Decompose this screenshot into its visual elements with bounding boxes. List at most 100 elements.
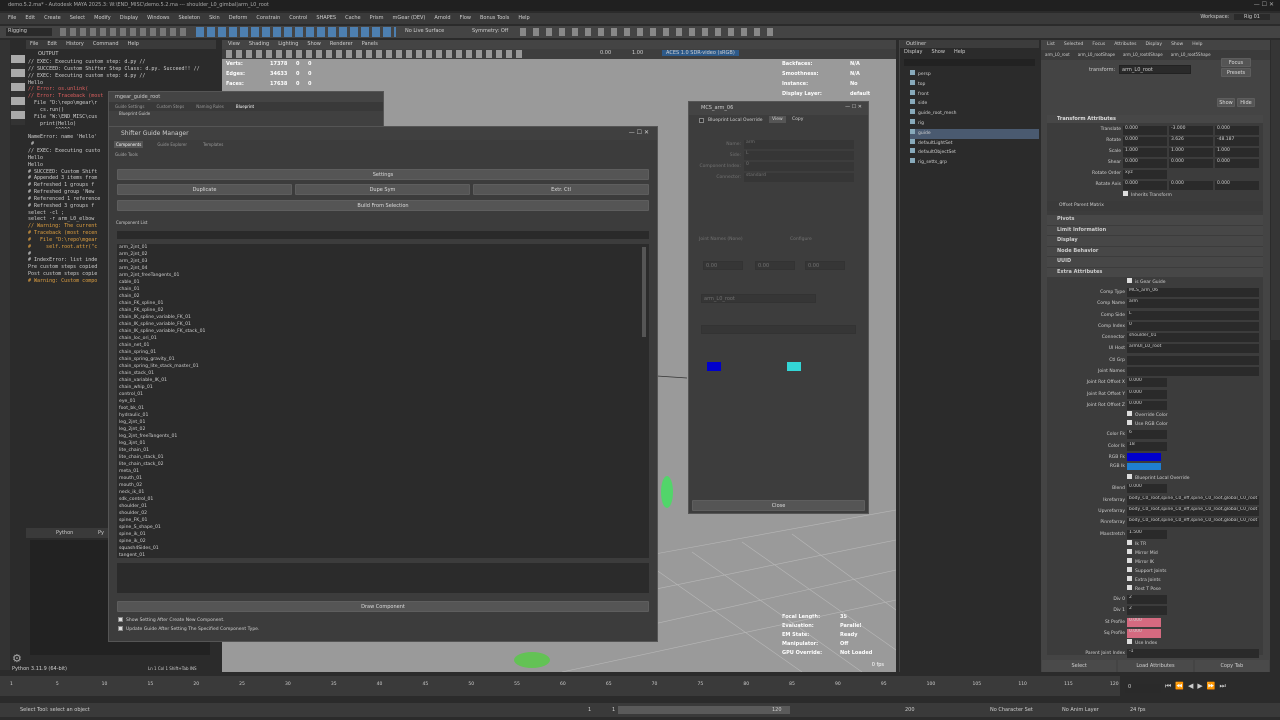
menu-item-cache[interactable]: Cache [345, 15, 361, 21]
attr-field[interactable]: 0.000 [1127, 389, 1167, 399]
list-item[interactable]: shoulder_01 [119, 503, 649, 510]
vec-z[interactable]: 0.00 [805, 261, 845, 270]
menu-item-skeleton[interactable]: Skeleton [178, 15, 200, 21]
list-item[interactable]: arm_2jnt_02 [119, 251, 649, 258]
attr-field[interactable]: body_C0_root,spine_C0_eff,spine_C0_root,… [1127, 518, 1259, 528]
menu-item-help[interactable]: Help [954, 49, 965, 55]
fps-selector[interactable]: 24 fps [1130, 707, 1146, 713]
menu-item-display[interactable]: Display [904, 49, 922, 55]
rgb-ik-swatch[interactable] [787, 362, 801, 371]
outliner-tree[interactable]: persp top front side guide_root_mesh rig guide… [900, 70, 1039, 168]
footer-copy-tab-button[interactable]: Copy Tab [1194, 660, 1269, 672]
attr-field[interactable]: 0.000 [1123, 181, 1167, 190]
list-item[interactable]: cable_01 [119, 279, 649, 286]
shifter-window-controls[interactable]: — ☐ ✕ [629, 129, 649, 136]
list-item[interactable]: leg_2jnt_02 [119, 426, 649, 433]
menu-item-help[interactable]: Help [518, 15, 529, 21]
menu-item-prism[interactable]: Prism [370, 15, 384, 21]
tab-node-2[interactable]: arm_L0_root4Shape [1123, 52, 1163, 57]
list-item[interactable]: arm_2jnt_04 [119, 265, 649, 272]
list-item[interactable]: leg_3jnt_01 [119, 440, 649, 447]
list-item[interactable]: spine_FK_01 [119, 517, 649, 524]
list-item[interactable]: leg_2jnt_freeTangents_01 [119, 433, 649, 440]
list-item[interactable]: sdk_control_01 [119, 496, 649, 503]
mcs-field-value[interactable]: arm [744, 140, 854, 149]
attr-field[interactable]: 0.000 [1169, 159, 1213, 168]
vec-y[interactable]: 0.00 [755, 261, 795, 270]
tab-naming-rules[interactable]: Naming Rules [196, 104, 224, 109]
list-item[interactable]: squash4Sides_01 [119, 545, 649, 552]
menu-item-selected[interactable]: Selected [1064, 42, 1084, 47]
section-node-behavior[interactable]: Node Behavior [1047, 246, 1263, 256]
live-surface[interactable]: No Live Surface [405, 28, 444, 34]
attr-field[interactable]: 1.000 [1215, 148, 1259, 157]
inherits-row[interactable]: Inherits Transform [1047, 191, 1263, 201]
menu-item-edit[interactable]: Edit [47, 41, 57, 47]
list-item[interactable]: chain_stack_01 [119, 370, 649, 377]
component-search[interactable] [117, 231, 649, 239]
attr-field[interactable]: 1.500 [1127, 529, 1167, 539]
duplicate-button[interactable]: Duplicate [117, 184, 292, 195]
outliner-item[interactable]: defaultObjectSet [910, 148, 1039, 158]
range-end[interactable]: 120 [772, 707, 782, 713]
attr-field[interactable]: body_C0_root,spine_C0_eff,spine_C0_root,… [1127, 507, 1259, 517]
menu-item-bonus-tools[interactable]: Bonus Tools [480, 15, 509, 21]
list-item[interactable]: neck_ik_01 [119, 489, 649, 496]
list-item[interactable]: chain_IK_spline_variable_FK_01 [119, 314, 649, 321]
checkbox-icon[interactable] [1127, 557, 1132, 563]
menu-item-select[interactable]: Select [70, 15, 85, 21]
ctl-grp-field[interactable] [701, 325, 856, 334]
range-start[interactable]: 1 [588, 707, 591, 713]
attr-field[interactable]: 0.000 [1127, 400, 1167, 410]
extra-check-row[interactable]: Mirror Mid [1047, 548, 1263, 558]
list-item[interactable]: mouth_01 [119, 475, 649, 482]
menu-item-flow[interactable]: Flow [460, 15, 471, 21]
mcs-close-button[interactable]: Close [692, 500, 865, 511]
checkbox-icon[interactable] [1127, 639, 1132, 645]
attr-field[interactable]: 6 [1127, 430, 1167, 440]
menu-item-shapes[interactable]: SHAPES [316, 15, 336, 21]
focus-button[interactable]: Focus [1221, 58, 1251, 67]
build-from-selection-button[interactable]: Build From Selection [117, 200, 649, 211]
attr-field[interactable]: shoulder_01 [1127, 333, 1259, 343]
extra-check-row[interactable]: Blueprint Local Override [1047, 474, 1263, 483]
attr-field[interactable]: 0.000 [1215, 159, 1259, 168]
section-extra-attributes[interactable]: Extra Attributes [1047, 267, 1263, 277]
menu-item-focus[interactable]: Focus [1092, 42, 1105, 47]
list-item[interactable]: chain_IK_spline_variable_FK_stack_01 [119, 328, 649, 335]
timeline[interactable]: 1 5 10 15 20 25 30 35 40 45 50 55 60 65 70 75 80 85 90 95 10… [0, 676, 1120, 696]
tab-node-0[interactable]: arm_L0_root [1045, 52, 1070, 57]
component-list[interactable]: arm_2jnt_01 arm_2jnt_02 arm_2jnt_03 arm_2jn… [117, 244, 649, 558]
symmetry[interactable]: Symmetry: Off [472, 28, 508, 34]
attr-field[interactable]: 1.000 [1123, 148, 1167, 157]
outliner-item[interactable]: rig_setts_grp [910, 158, 1039, 168]
menu-item-mgear-dev-[interactable]: mGear (DEV) [393, 15, 426, 21]
list-item[interactable]: foot_bk_01 [119, 405, 649, 412]
outliner-item[interactable]: persp [910, 70, 1039, 80]
attr-field[interactable]: 0.000 [1123, 159, 1167, 168]
list-item[interactable]: meta_01 [119, 468, 649, 475]
menu-item-help[interactable]: Help [128, 41, 139, 47]
tab-guide-explorer[interactable]: Guide Explorer [155, 141, 189, 148]
list-item[interactable]: arm_2jnt_01 [119, 244, 649, 251]
attr-field[interactable]: xyz [1123, 170, 1167, 179]
list-item[interactable]: hydraulic_01 [119, 412, 649, 419]
list-item[interactable]: chain_FK_spline_02 [119, 307, 649, 314]
hide-button[interactable]: Hide [1237, 98, 1255, 107]
menu-item-attributes[interactable]: Attributes [1114, 42, 1136, 47]
checkbox-icon[interactable] [118, 617, 123, 622]
menu-item-skin[interactable]: Skin [209, 15, 220, 21]
window-controls[interactable]: — ☐ ✕ [1254, 1, 1274, 8]
list-item[interactable]: chain_01 [119, 286, 649, 293]
attr-field[interactable]: body_C0_root,spine_C0_eff,spine_C0_root,… [1127, 495, 1259, 505]
list-item[interactable]: spine_ik_01 [119, 531, 649, 538]
extra-check-row[interactable]: Rest T Pose [1047, 584, 1263, 594]
checkbox-icon[interactable] [1127, 566, 1132, 572]
transform-value[interactable]: arm_L0_root [1119, 65, 1191, 74]
list-item[interactable]: eye_01 [119, 398, 649, 405]
checkbox-icon[interactable] [1127, 411, 1132, 417]
rgb-fk-swatch[interactable] [1127, 452, 1161, 461]
menu-item-command[interactable]: Command [93, 41, 119, 47]
attr-field[interactable]: arm [1127, 299, 1259, 309]
range-slider[interactable] [618, 706, 790, 714]
